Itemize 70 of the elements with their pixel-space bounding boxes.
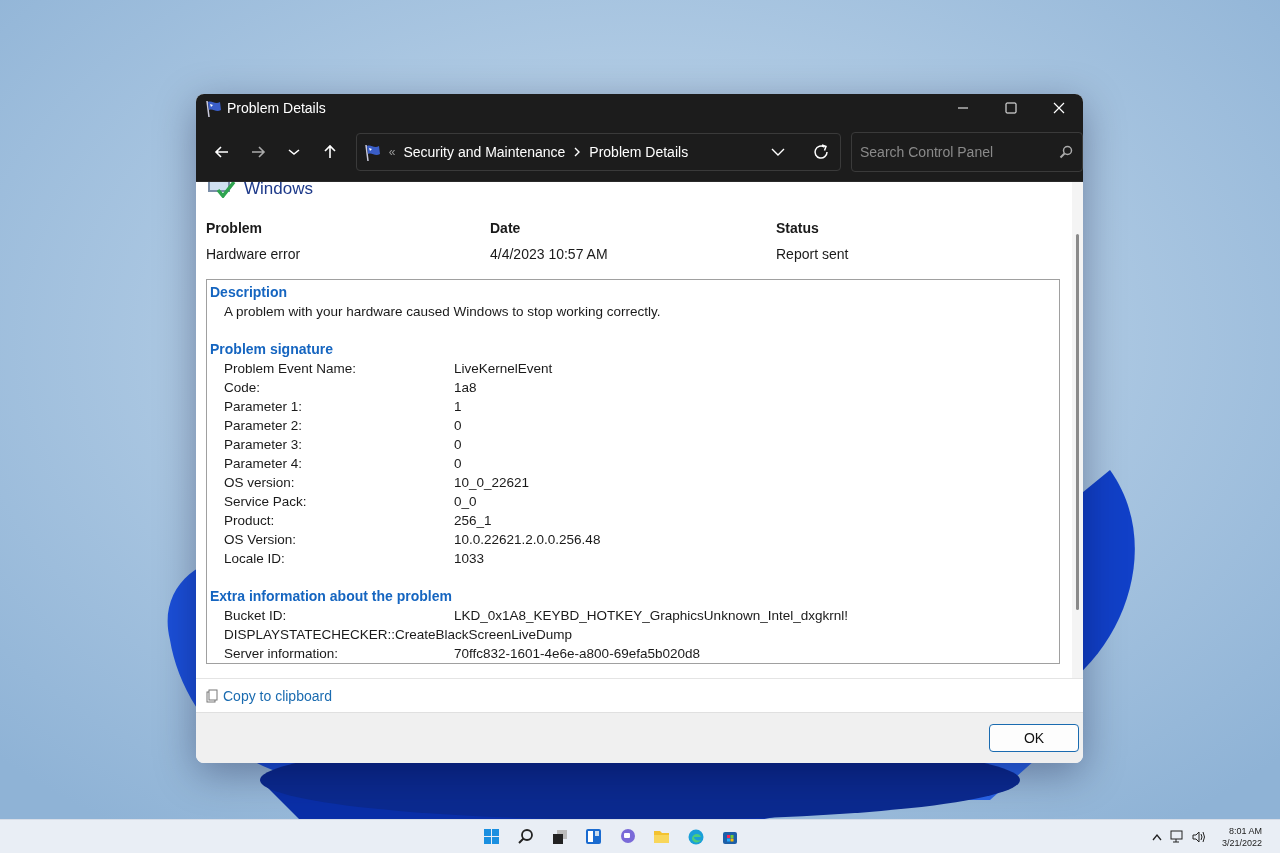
breadcrumb-item[interactable]: Security and Maintenance (403, 143, 566, 160)
field-label: Parameter 4: (224, 455, 304, 473)
field-value: DISPLAYSTATECHECKER::CreateBlackScreenLiveDump (224, 626, 573, 644)
summary-value: Report sent (776, 246, 850, 262)
field-value: 0 (454, 417, 462, 435)
address-bar[interactable]: « Security and Maintenance Problem Details (355, 132, 841, 171)
description-text: A problem with your hardware caused Windows to stop working correctly. (223, 303, 662, 321)
section-heading: Problem signature (210, 340, 334, 359)
section-heading: Extra information about the problem (210, 587, 453, 606)
search-icon (1059, 144, 1073, 159)
field-value: 1033 (454, 550, 485, 568)
field-label: OS version: (224, 474, 296, 492)
copy-link[interactable]: Copy to clipboard (223, 687, 332, 704)
start-icon[interactable] (482, 827, 501, 846)
field-label: Parameter 3: (224, 436, 304, 454)
field-value: 1a8 (454, 379, 477, 397)
field-label: Server information: (224, 645, 340, 663)
chevron-right-icon (573, 146, 582, 157)
search-icon[interactable] (516, 827, 535, 846)
chat-icon[interactable] (618, 827, 637, 846)
summary-value: 4/4/2023 10:57 AM (490, 246, 609, 262)
field-label: Product: (224, 512, 276, 530)
summary-value: Hardware error (206, 246, 302, 262)
clock[interactable]: 8:01 AM 3/21/2022 (1221, 824, 1262, 849)
flag-icon (204, 99, 222, 117)
overflow-chevron[interactable]: « (388, 144, 396, 159)
field-value: 0 (454, 436, 462, 454)
computer-check-icon (206, 182, 236, 198)
maximize-icon[interactable] (1005, 102, 1017, 114)
forward-icon[interactable] (249, 143, 266, 160)
scroll-thumb[interactable] (1076, 234, 1079, 610)
ok-button[interactable]: OK (989, 724, 1079, 752)
copy-icon (206, 688, 218, 703)
section-title: Windows (244, 182, 313, 198)
field-value: 0_0 (454, 493, 477, 511)
close-icon[interactable] (1053, 102, 1065, 114)
field-label: Code: (224, 379, 262, 397)
window-title: Problem Details (227, 100, 327, 116)
field-value: 1 (454, 398, 462, 416)
field-value: 256_1 (454, 512, 492, 530)
refresh-icon[interactable] (812, 142, 830, 161)
widgets-icon[interactable] (584, 827, 603, 846)
monitor-icon[interactable] (1169, 829, 1184, 844)
breadcrumb-item[interactable]: Problem Details (589, 143, 689, 160)
field-label: Locale ID: (224, 550, 286, 568)
field-value: LKD_0x1A8_KEYBD_HOTKEY_GraphicsUnknown_Intel_dxgkrnl! (454, 607, 848, 625)
field-label: Bucket ID: (224, 607, 288, 625)
browser-icon[interactable] (686, 827, 705, 846)
search-field[interactable]: Search Control Panel (851, 131, 1083, 172)
column-header: Status (776, 220, 820, 236)
date-text: 3/21/2022 (1221, 836, 1262, 849)
task-view-icon[interactable] (550, 827, 569, 846)
field-label: Service Pack: (224, 493, 308, 511)
column-header: Date (490, 220, 522, 236)
caret-up-icon[interactable] (1151, 832, 1162, 841)
column-header: Problem (206, 220, 263, 236)
field-value: 0 (454, 455, 462, 473)
field-value: 70ffc832-1601-4e6e-a800-69efa5b020d8 (454, 645, 700, 663)
field-label: Parameter 1: (224, 398, 304, 416)
field-value: LiveKernelEvent (454, 360, 553, 378)
back-icon[interactable] (213, 143, 230, 160)
field-value: 10_0_22621 (454, 474, 530, 492)
field-label: Problem Event Name: (224, 360, 358, 378)
section-heading: Description (210, 283, 288, 302)
field-value: 10.0.22621.2.0.0.256.48 (454, 531, 601, 549)
flag-icon (362, 142, 381, 161)
field-label: Parameter 2: (224, 417, 304, 435)
time-text: 8:01 AM (1228, 824, 1262, 837)
field-label: OS Version: (224, 531, 298, 549)
speaker-icon[interactable] (1191, 829, 1206, 844)
